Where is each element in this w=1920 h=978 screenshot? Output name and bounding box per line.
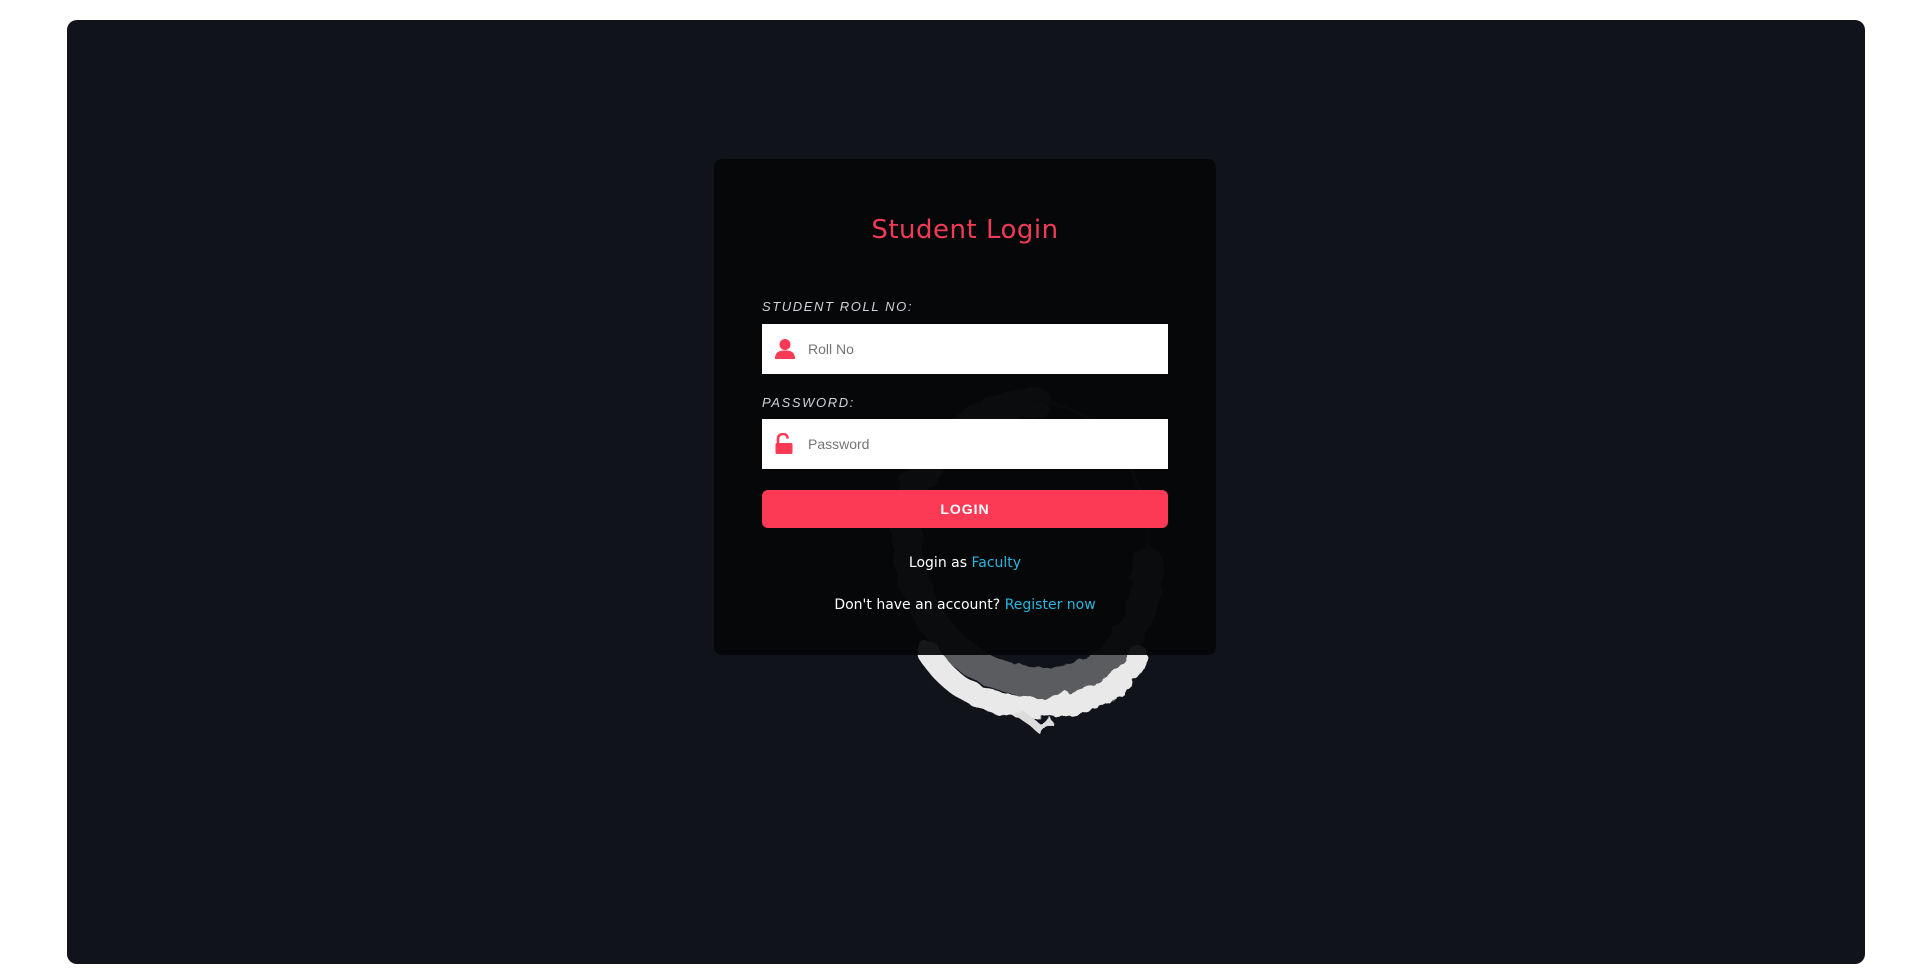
- user-icon: [775, 339, 795, 359]
- password-label: PASSWORD:: [762, 395, 855, 410]
- page-background: Student Login STUDENT ROLL NO: PASSWORD:…: [67, 20, 1865, 964]
- roll-no-field[interactable]: [762, 324, 1168, 374]
- password-field[interactable]: [762, 419, 1168, 469]
- register-line: Don't have an account? Register now: [714, 597, 1216, 613]
- faculty-login-prefix: Login as: [908, 555, 972, 571]
- login-title: Student Login: [871, 215, 1059, 245]
- login-button[interactable]: LOGIN: [762, 490, 1168, 528]
- roll-no-input[interactable]: [808, 324, 1158, 374]
- register-link[interactable]: Register now: [1005, 597, 1096, 613]
- register-prefix: Don't have an account?: [834, 597, 1005, 613]
- roll-no-label: STUDENT ROLL NO:: [762, 299, 914, 314]
- login-card: Student Login STUDENT ROLL NO: PASSWORD:…: [714, 159, 1216, 655]
- faculty-login-link[interactable]: Faculty: [971, 555, 1021, 571]
- faculty-login-line: Login as Faculty: [714, 555, 1216, 571]
- password-input[interactable]: [808, 419, 1158, 469]
- unlock-icon: [775, 433, 793, 454]
